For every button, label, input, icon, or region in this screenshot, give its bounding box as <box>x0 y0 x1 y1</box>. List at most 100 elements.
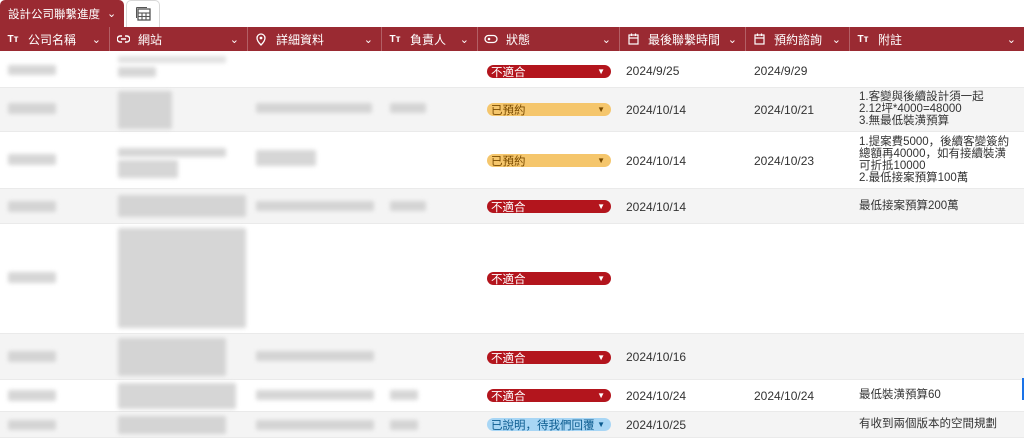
note-line: 可折抵10000 <box>859 160 926 172</box>
column-header-status[interactable]: 狀態 ⌄ <box>478 27 620 51</box>
last-contact-date: 2024/10/25 <box>626 418 687 432</box>
table-view-icon <box>136 7 151 21</box>
table-row[interactable]: 已預約 ▼ 2024/10/14 2024/10/21 1.客變與後續設計須一起… <box>0 88 1024 132</box>
table-row[interactable]: 不適合 ▼ 2024/10/14 最低接案預算200萬 <box>0 189 1024 224</box>
redacted-website <box>118 195 246 217</box>
chevron-down-icon[interactable]: ⌄ <box>460 33 469 46</box>
redacted-company-name <box>8 201 56 212</box>
note-line: 最低接案預算200萬 <box>859 200 959 212</box>
redacted-owner <box>390 390 418 400</box>
text-type-icon: Tт <box>389 33 401 45</box>
column-header-label: 負責人 <box>410 32 447 47</box>
link-icon <box>116 34 130 44</box>
status-badge[interactable]: 不適合 ▼ <box>487 200 611 214</box>
redacted-company-name <box>8 65 56 75</box>
last-contact-date: 2024/10/14 <box>626 154 687 168</box>
sheet-tab[interactable]: 設計公司聯繫進度 ⌄ <box>0 0 124 27</box>
chevron-down-icon[interactable]: ⌄ <box>230 33 239 46</box>
caret-down-icon: ▼ <box>597 391 605 400</box>
chevron-down-icon[interactable]: ⌄ <box>832 33 841 46</box>
redacted-company-name <box>8 420 56 430</box>
caret-down-icon: ▼ <box>597 156 605 165</box>
status-label: 已說明，待我們回覆 <box>491 419 595 432</box>
status-label: 已預約 <box>491 104 526 117</box>
appointment-date: 2024/10/21 <box>754 103 815 117</box>
appointment-date: 2024/9/29 <box>754 64 808 78</box>
status-badge[interactable]: 不適合 ▼ <box>487 65 611 79</box>
redacted-website <box>118 67 156 77</box>
status-badge[interactable]: 已預約 ▼ <box>487 154 611 168</box>
column-header-label: 狀態 <box>506 32 531 47</box>
redacted-owner <box>390 201 426 211</box>
redacted-details <box>256 150 316 166</box>
column-header-website[interactable]: 網站 ⌄ <box>110 27 248 51</box>
redacted-details <box>256 420 374 430</box>
chevron-down-icon[interactable]: ⌄ <box>728 33 737 46</box>
chevron-down-icon[interactable]: ⌄ <box>92 33 101 46</box>
redacted-company-name <box>8 351 56 362</box>
redacted-website <box>118 383 236 409</box>
chevron-down-icon[interactable]: ⌄ <box>364 33 373 46</box>
status-label: 不適合 <box>491 66 526 79</box>
redacted-website <box>118 56 226 63</box>
appointment-date: 2024/10/23 <box>754 154 815 168</box>
location-pin-icon <box>254 32 268 46</box>
calendar-icon <box>626 33 640 45</box>
redacted-company-name <box>8 154 56 165</box>
note-line: 3.無最低裝潢預算 <box>859 115 950 127</box>
column-header-owner[interactable]: Tт 負責人 ⌄ <box>382 27 478 51</box>
redacted-website <box>118 416 226 434</box>
redacted-details <box>256 390 374 400</box>
column-header-label: 最後聯繫時間 <box>648 32 721 47</box>
table-view-button[interactable] <box>126 0 160 27</box>
note-line: 2.最低接案預算100萬 <box>859 172 969 184</box>
sheet-tab-label: 設計公司聯繫進度 <box>8 8 100 21</box>
redacted-website <box>118 160 178 178</box>
table-row[interactable]: 不適合 ▼ 2024/9/25 2024/9/29 <box>0 51 1024 88</box>
caret-down-icon: ▼ <box>597 353 605 362</box>
redacted-website <box>118 228 246 328</box>
column-header-label: 附註 <box>878 32 903 47</box>
table-row[interactable]: 已說明，待我們回覆 ▼ 2024/10/25 有收到兩個版本的空間規劃 <box>0 412 1024 438</box>
redacted-company-name <box>8 390 56 401</box>
last-contact-date: 2024/10/14 <box>626 103 687 117</box>
caret-down-icon: ▼ <box>597 67 605 76</box>
text-type-icon: Tт <box>7 33 19 45</box>
note-line: 最低裝潢預算60 <box>859 389 941 401</box>
last-contact-date: 2024/9/25 <box>626 64 680 78</box>
status-badge[interactable]: 不適合 ▼ <box>487 389 611 403</box>
table-row[interactable]: 不適合 ▼ 2024/10/16 <box>0 334 1024 380</box>
tab-divider <box>124 3 125 25</box>
status-badge[interactable]: 不適合 ▼ <box>487 351 611 365</box>
caret-down-icon: ▼ <box>597 105 605 114</box>
status-label: 不適合 <box>491 390 526 403</box>
table-row[interactable]: 不適合 ▼ <box>0 224 1024 334</box>
column-header-last-contact[interactable]: 最後聯繫時間 ⌄ <box>620 27 746 51</box>
status-badge[interactable]: 已預約 ▼ <box>487 103 611 117</box>
chevron-down-icon[interactable]: ⌄ <box>107 7 116 20</box>
column-header-details[interactable]: 詳細資料 ⌄ <box>248 27 382 51</box>
chevron-down-icon[interactable]: ⌄ <box>1007 33 1016 46</box>
chevron-down-icon[interactable]: ⌄ <box>602 33 611 46</box>
redacted-website <box>118 338 226 376</box>
column-header-label: 詳細資料 <box>276 32 325 47</box>
caret-down-icon: ▼ <box>597 420 605 429</box>
last-contact-date: 2024/10/14 <box>626 200 687 214</box>
table-row[interactable]: 已預約 ▼ 2024/10/14 2024/10/23 1.提案費5000，後續… <box>0 132 1024 189</box>
note-line: 1.客變與後續設計須一起 <box>859 91 984 103</box>
status-label: 不適合 <box>491 201 526 214</box>
column-header-label: 公司名稱 <box>28 32 77 47</box>
column-header-label: 網站 <box>138 32 163 47</box>
status-badge[interactable]: 不適合 ▼ <box>487 272 611 286</box>
column-header-company[interactable]: Tт 公司名稱 ⌄ <box>0 27 110 51</box>
redacted-details <box>256 103 372 113</box>
table-row[interactable]: 不適合 ▼ 2024/10/24 2024/10/24 最低裝潢預算60 <box>0 380 1024 412</box>
note-line: 1.提案費5000，後續客變簽約 <box>859 136 1010 148</box>
status-badge[interactable]: 已說明，待我們回覆 ▼ <box>487 418 611 432</box>
redacted-details <box>256 351 374 361</box>
caret-down-icon: ▼ <box>597 274 605 283</box>
column-header-appointment[interactable]: 預約諮詢 ⌄ <box>746 27 850 51</box>
column-header-notes[interactable]: Tт 附註 ⌄ <box>850 27 1024 51</box>
status-icon <box>484 34 498 44</box>
status-label: 不適合 <box>491 273 526 286</box>
